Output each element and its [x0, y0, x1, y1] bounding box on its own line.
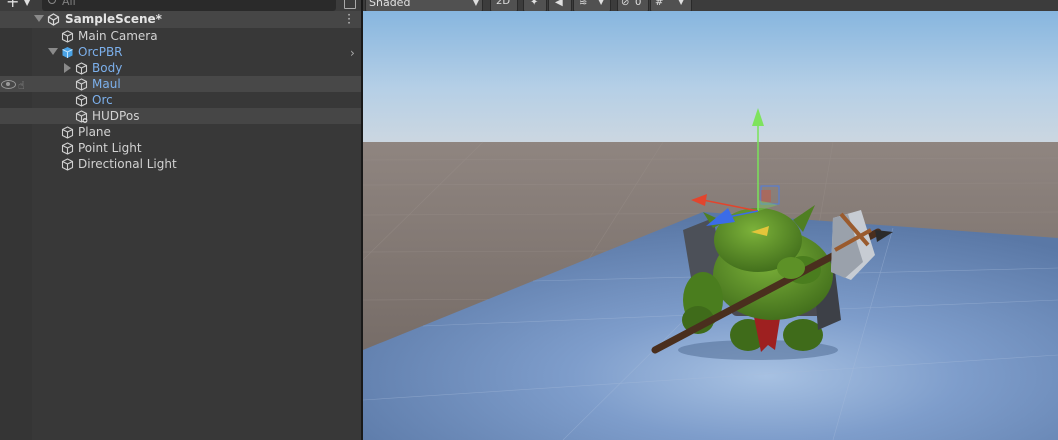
hierarchy-item-label: OrcPBR [78, 45, 123, 59]
fold-down-icon[interactable] [48, 48, 58, 55]
chevron-down-icon: ▼ [472, 0, 479, 7]
chevron-down-icon: ▼ [598, 0, 605, 6]
2d-mode-button[interactable]: 2D [490, 0, 518, 11]
hierarchy-item-label: Directional Light [78, 157, 177, 171]
hierarchy-item-hudpos[interactable]: HUDPos [0, 108, 362, 124]
layers-icon: ≋ [579, 0, 588, 8]
scene-name: SampleScene* [65, 12, 162, 26]
plus-icon: + [6, 0, 20, 11]
hierarchy-item-orcpbr[interactable]: OrcPBR › [0, 44, 362, 60]
2d-mode-label: 2D [496, 0, 511, 7]
hierarchy-item-plane[interactable]: Plane [0, 124, 362, 140]
lighting-toggle[interactable]: ✦ [523, 0, 547, 11]
hierarchy-toolbar: + ▼ All [0, 0, 362, 11]
gameobject-icon [61, 126, 74, 139]
hierarchy-item-orc[interactable]: Orc [0, 92, 362, 108]
scene-view[interactable]: Shaded ▼ 2D ✦ ◀ ≋ ▼ ⊘ 0 # ▼ [363, 0, 1058, 440]
hierarchy-item-label: Point Light [78, 141, 142, 155]
fold-right-icon[interactable] [64, 63, 71, 73]
gameobject-icon [61, 142, 74, 155]
audio-toggle[interactable]: ◀ [548, 0, 572, 11]
pickable-hand-icon[interactable]: ☝ [18, 79, 25, 92]
gameobject-icon [61, 30, 74, 43]
hierarchy-item-main-camera[interactable]: Main Camera [0, 28, 362, 44]
scene-visibility-toggle[interactable]: ⊘ 0 [617, 0, 649, 11]
eye-icon[interactable] [1, 80, 16, 89]
hierarchy-item-label: Orc [92, 93, 113, 107]
gizmos-dropdown[interactable]: # ▼ [650, 0, 692, 11]
speaker-icon: ◀ [555, 0, 563, 8]
sky [363, 11, 1058, 151]
gameobject-added-icon [75, 110, 88, 123]
hierarchy-item-directional-light[interactable]: Directional Light [0, 156, 362, 172]
fold-down-icon[interactable] [34, 15, 44, 22]
scene-view-toolbar: Shaded ▼ 2D ✦ ◀ ≋ ▼ ⊘ 0 # ▼ [363, 0, 1058, 11]
create-button[interactable]: + ▼ [2, 0, 34, 10]
unity-scene-icon [47, 13, 60, 26]
gameobject-icon [61, 158, 74, 171]
hierarchy-item-label: Plane [78, 125, 111, 139]
gameobject-icon [75, 78, 88, 91]
shading-mode-label: Shaded [369, 0, 411, 9]
search-input[interactable]: All [42, 0, 336, 11]
gameobject-icon [75, 62, 88, 75]
hierarchy-item-body[interactable]: Body [0, 60, 362, 76]
chevron-right-icon[interactable]: › [350, 46, 355, 60]
hierarchy-panel: + ▼ All SampleScene* · · · Main Camera O… [0, 0, 362, 440]
chevron-down-icon: ▼ [24, 0, 31, 7]
hierarchy-item-label: Body [92, 61, 123, 75]
hidden-eye-icon: ⊘ [621, 0, 630, 8]
chevron-down-icon: ▼ [678, 0, 685, 6]
gameobject-icon [75, 94, 88, 107]
effects-dropdown[interactable]: ≋ ▼ [573, 0, 611, 11]
hierarchy-item-label: Maul [92, 77, 121, 91]
lightbulb-icon: ✦ [530, 0, 539, 8]
hierarchy-item-maul[interactable]: ☝ Maul [0, 76, 362, 92]
search-placeholder: All [62, 0, 76, 8]
hierarchy-item-label: Main Camera [78, 29, 158, 43]
more-menu-icon[interactable]: · · · [346, 9, 352, 29]
search-icon [48, 0, 56, 4]
hidden-count: 0 [635, 0, 642, 8]
hierarchy-item-point-light[interactable]: Point Light [0, 140, 362, 156]
prefab-icon [62, 47, 73, 58]
grid-icon: # [655, 0, 664, 8]
hierarchy-item-label: HUDPos [92, 109, 140, 123]
shading-mode-dropdown[interactable]: Shaded ▼ [365, 0, 483, 11]
scene-viewport[interactable] [363, 0, 1058, 440]
scene-row[interactable]: SampleScene* · · · [0, 9, 362, 29]
